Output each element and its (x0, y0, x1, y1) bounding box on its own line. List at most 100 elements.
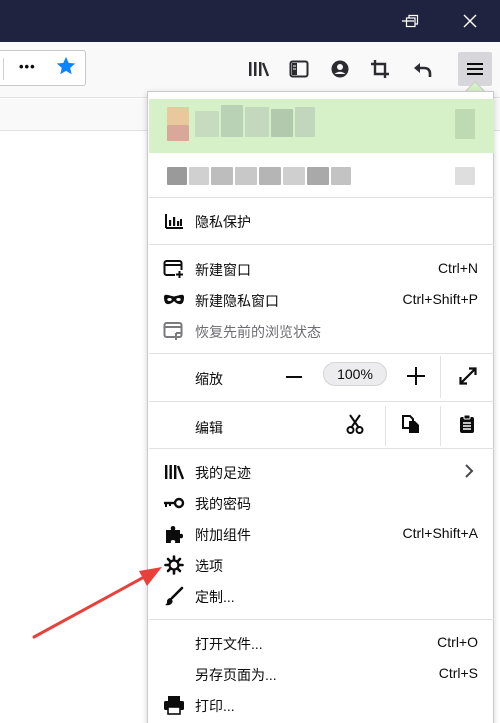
app-menu-panel: 隐私保护 新建窗口 Ctrl+N 新建隐私窗口 Ctrl+Shift+P 恢复先… (147, 91, 494, 723)
key-icon (163, 493, 185, 513)
avatar-lower (167, 125, 189, 141)
shortcut-label: Ctrl+S (438, 665, 478, 681)
menu-item-customize[interactable]: 定制... (149, 581, 494, 611)
menu-item-new-private-window[interactable]: 新建隐私窗口 Ctrl+Shift+P (149, 285, 494, 315)
bookmark-star-icon[interactable] (55, 55, 77, 82)
redacted-block (307, 167, 329, 185)
menu-item-label: 附加组件 (195, 527, 251, 543)
redacted-block (283, 167, 305, 185)
redacted-block (295, 107, 315, 137)
close-icon (463, 14, 477, 28)
privacy-chart-icon (163, 211, 185, 231)
menu-item-restore-session[interactable]: 恢复先前的浏览状态 (149, 316, 494, 346)
redacted-block (455, 167, 475, 185)
new-window-icon (163, 259, 185, 279)
screenshot-icon (371, 60, 389, 78)
menu-item-label: 我的足迹 (195, 465, 251, 481)
restore-session-icon (163, 321, 185, 341)
zoom-in-button[interactable] (404, 364, 428, 388)
zoom-out-button[interactable] (283, 366, 305, 388)
redacted-block (245, 107, 269, 137)
redacted-block (189, 167, 209, 185)
back-arrow-icon (414, 63, 432, 77)
scissors-icon (346, 414, 364, 434)
redacted-block (221, 105, 243, 137)
shortcut-label: Ctrl+N (437, 260, 478, 276)
divider (385, 406, 386, 446)
shortcut-label: Ctrl+O (437, 634, 478, 650)
back-button[interactable] (407, 54, 437, 84)
redacted-block (271, 109, 293, 137)
menu-item-library[interactable]: 我的足迹 (149, 457, 494, 487)
fullscreen-button[interactable] (456, 364, 480, 388)
restore-icon (405, 14, 419, 28)
chevron-right-icon (464, 463, 474, 484)
menu-item-label: 选项 (195, 558, 223, 574)
screenshot-button[interactable] (365, 54, 395, 84)
menu-item-open-file[interactable]: 打开文件... Ctrl+O (149, 628, 494, 658)
menu-item-label: 定制... (195, 589, 235, 605)
account-button[interactable] (325, 54, 355, 84)
divider (149, 244, 494, 245)
menu-item-print[interactable]: 打印... (149, 690, 494, 720)
zoom-reset-button[interactable]: 100% (323, 362, 387, 386)
account-icon (331, 60, 349, 78)
navigation-toolbar: ••• (0, 42, 500, 98)
redacted-block (331, 167, 351, 185)
sidebar-button[interactable] (284, 54, 314, 84)
window-titlebar (0, 0, 500, 42)
cut-button[interactable] (343, 412, 367, 436)
copy-icon (402, 415, 419, 433)
divider (149, 353, 494, 354)
divider (149, 448, 494, 449)
menu-item-new-window[interactable]: 新建窗口 Ctrl+N (149, 254, 494, 284)
menu-item-label: 另存页面为... (195, 667, 277, 683)
divider (149, 401, 494, 402)
paste-icon (460, 414, 474, 433)
menu-item-logins[interactable]: 我的密码 (149, 488, 494, 518)
menu-row-edit: 编辑 (149, 406, 494, 446)
library-button[interactable] (244, 54, 274, 84)
sidebar-icon (289, 60, 309, 78)
menu-row-zoom: 缩放 100% (149, 356, 494, 398)
sync-account-banner[interactable] (149, 99, 494, 153)
redacted-block (235, 167, 257, 185)
menu-item-label: 恢复先前的浏览状态 (195, 324, 321, 340)
page-actions-button[interactable]: ••• (19, 59, 36, 74)
plus-icon (407, 367, 425, 385)
printer-icon (163, 695, 185, 715)
restore-button[interactable] (384, 0, 440, 42)
menu-item-save-page[interactable]: 另存页面为... Ctrl+S (149, 659, 494, 689)
zoom-label: 缩放 (195, 371, 223, 387)
private-mask-icon (163, 290, 185, 310)
redacted-block (167, 167, 187, 185)
url-bar-divider (3, 58, 4, 80)
copy-button[interactable] (399, 412, 423, 436)
redacted-block (259, 167, 281, 185)
menu-item-label: 隐私保护 (195, 214, 251, 230)
library-icon (249, 62, 270, 77)
hamburger-menu-icon (467, 63, 483, 75)
shortcut-label: Ctrl+Shift+A (402, 525, 478, 541)
menu-item-label: 新建窗口 (195, 262, 251, 278)
shortcut-label: Ctrl+Shift+P (402, 291, 478, 307)
url-bar-end[interactable]: ••• (0, 50, 86, 86)
fullscreen-icon (459, 367, 477, 385)
account-email-row[interactable] (149, 159, 494, 193)
paste-button[interactable] (455, 412, 479, 436)
redacted-block (455, 109, 475, 139)
menu-item-label: 打开文件... (195, 636, 263, 652)
menu-item-privacy[interactable]: 隐私保护 (149, 206, 494, 236)
close-button[interactable] (442, 0, 498, 42)
puzzle-piece-icon (163, 524, 185, 544)
menu-item-label: 新建隐私窗口 (195, 293, 279, 309)
gear-icon (163, 555, 185, 575)
menu-item-addons[interactable]: 附加组件 Ctrl+Shift+A (149, 519, 494, 549)
menu-item-options[interactable]: 选项 (149, 550, 494, 580)
menu-item-label: 打印... (195, 698, 235, 714)
divider (149, 197, 494, 198)
divider (149, 619, 494, 620)
divider (440, 356, 441, 398)
redacted-block (195, 111, 219, 137)
avatar (167, 107, 189, 125)
